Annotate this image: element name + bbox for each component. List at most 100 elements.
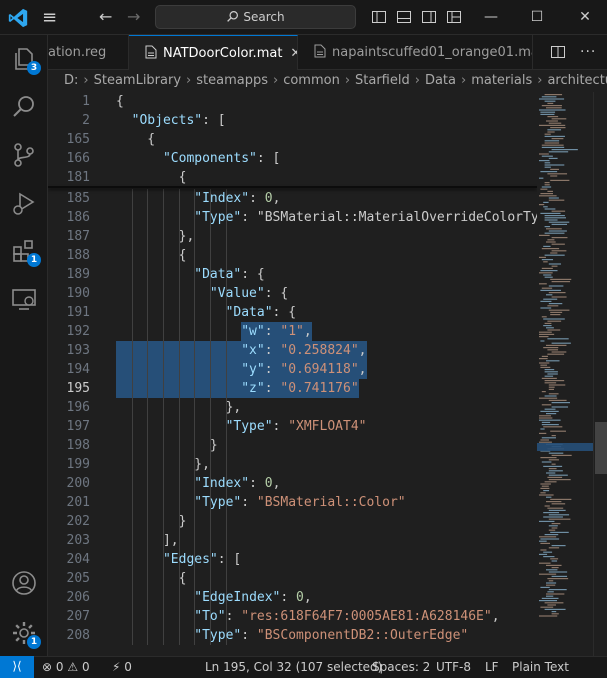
breadcrumb-item[interactable]: steamapps xyxy=(196,73,268,88)
code-line[interactable]: 187 }, xyxy=(48,227,537,246)
tab-napaintscuffed-mat[interactable]: napaintscuffed01_orange01.mat xyxy=(298,35,533,70)
breadcrumb-item[interactable]: materials xyxy=(471,73,532,88)
extensions-icon[interactable]: 1 xyxy=(10,237,41,267)
scrollbar-thumb[interactable] xyxy=(595,422,607,474)
back-arrow-icon[interactable]: ← xyxy=(99,8,112,26)
code-line[interactable]: 202 } xyxy=(48,512,537,531)
cursor-position[interactable]: Ln 195, Col 32 (107 selected) xyxy=(205,657,382,678)
customize-layout-icon[interactable] xyxy=(446,9,462,25)
more-actions-icon[interactable]: ··· xyxy=(580,44,596,60)
code-line[interactable]: 203 ], xyxy=(48,531,537,550)
problems-indicator[interactable]: ⊗ 0 ⚠ 0 xyxy=(42,657,90,678)
code-line[interactable]: 208 "Type": "BSComponentDB2::OuterEdge" xyxy=(48,626,537,645)
minimap-line xyxy=(541,597,559,599)
minimap-line xyxy=(539,397,558,399)
toggle-panel-icon[interactable] xyxy=(396,9,412,25)
code-line[interactable]: 181 { xyxy=(48,168,537,187)
code-line[interactable]: 166 "Components": [ xyxy=(48,149,537,168)
code-line[interactable]: 195 "z": "0.741176" xyxy=(48,379,537,398)
minimap-line xyxy=(539,615,558,617)
tab-natdoorcolor-mat[interactable]: NATDoorColor.mat ✕ xyxy=(129,35,298,70)
code-text: "Type": "XMFLOAT4" xyxy=(225,419,367,434)
minimap-line xyxy=(547,349,559,351)
menu-icon[interactable]: ≡ xyxy=(42,9,64,27)
code-line[interactable]: 190 "Value": { xyxy=(48,284,537,303)
breadcrumb-item[interactable]: Data xyxy=(425,73,456,88)
forward-arrow-icon[interactable]: → xyxy=(127,8,140,26)
minimap-line xyxy=(548,386,555,388)
code-line[interactable]: 188 { xyxy=(48,246,537,265)
ports-indicator[interactable]: ⚡ 0 xyxy=(112,657,132,678)
encoding[interactable]: UTF-8 xyxy=(436,657,471,678)
sticky-scroll-header[interactable]: 1{2 "Objects": [165 {166 "Components": [… xyxy=(48,92,537,187)
minimap-line xyxy=(539,336,549,338)
minimap-line xyxy=(548,292,566,294)
close-button[interactable]: ✕ xyxy=(574,6,596,28)
minimap-line xyxy=(547,320,562,322)
line-number: 165 xyxy=(66,132,90,147)
code-line[interactable]: 193 "x": "0.258824", xyxy=(48,341,537,360)
toggle-secondary-sidebar-icon[interactable] xyxy=(421,9,437,25)
minimap-line xyxy=(544,164,565,166)
search-view-icon[interactable] xyxy=(10,93,38,121)
code-line[interactable]: 2 "Objects": [ xyxy=(48,111,537,130)
minimap-line xyxy=(548,384,566,386)
indentation[interactable]: Spaces: 2 xyxy=(372,657,430,678)
breadcrumb-item[interactable]: Starfield xyxy=(355,73,410,88)
split-editor-icon[interactable] xyxy=(550,44,566,60)
vertical-scrollbar[interactable] xyxy=(593,92,607,656)
minimap-line xyxy=(550,168,559,170)
minimize-button[interactable]: — xyxy=(480,6,502,28)
ports-icon: ⚡ xyxy=(112,660,121,674)
code-editor[interactable]: 185 "Index": 0, 186 "Type": "BSMaterial::… xyxy=(48,92,537,656)
breadcrumb-item[interactable]: architecture xyxy=(547,73,607,88)
code-line[interactable]: 199 }, xyxy=(48,455,537,474)
minimap-line xyxy=(544,505,550,507)
code-line[interactable]: 198 } xyxy=(48,436,537,455)
breadcrumb-item[interactable]: SteamLibrary xyxy=(94,73,181,88)
run-debug-icon[interactable] xyxy=(10,189,38,217)
code-text: { xyxy=(116,132,156,147)
minimap[interactable] xyxy=(537,92,593,656)
minimap-line xyxy=(541,186,552,188)
remote-indicator-icon[interactable]: ⟩⟨ xyxy=(0,656,34,678)
minimap-line xyxy=(543,261,548,263)
breadcrumb-item[interactable]: D: xyxy=(64,73,78,88)
minimap-line xyxy=(548,459,559,461)
code-line[interactable]: 205 { xyxy=(48,569,537,588)
line-number: 1 xyxy=(82,94,90,109)
code-line[interactable]: 196 }, xyxy=(48,398,537,417)
manage-gear-icon[interactable]: 1 xyxy=(10,619,41,649)
code-line[interactable]: 201 "Type": "BSMaterial::Color" xyxy=(48,493,537,512)
explorer-icon[interactable]: 3 xyxy=(10,45,41,75)
code-line[interactable]: 165 { xyxy=(48,130,537,149)
code-line[interactable]: 200 "Index": 0, xyxy=(48,474,537,493)
minimap-line xyxy=(541,355,548,357)
accounts-icon[interactable] xyxy=(10,569,38,597)
code-line[interactable]: 186 "Type": "BSMaterial::MaterialOverrid… xyxy=(48,208,537,227)
toggle-primary-sidebar-icon[interactable] xyxy=(371,9,387,25)
code-line[interactable]: 206 "EdgeIndex": 0, xyxy=(48,588,537,607)
code-line[interactable]: 185 "Index": 0, xyxy=(48,189,537,208)
tab-ation-reg[interactable]: ation.reg xyxy=(48,35,129,70)
code-line[interactable]: 194 "y": "0.694118", xyxy=(48,360,537,379)
code-line[interactable]: 207 "To": "res:618F64F7:0005AE81:A628146… xyxy=(48,607,537,626)
code-line[interactable]: 204 "Edges": [ xyxy=(48,550,537,569)
code-line[interactable]: 189 "Data": { xyxy=(48,265,537,284)
code-line[interactable]: 192 "w": "1", xyxy=(48,322,537,341)
code-line[interactable]: 197 "Type": "XMFLOAT4" xyxy=(48,417,537,436)
close-tab-icon[interactable]: ✕ xyxy=(290,36,297,70)
command-center-search[interactable]: Search xyxy=(155,5,356,29)
code-line[interactable]: 1{ xyxy=(48,92,537,111)
source-control-icon[interactable] xyxy=(10,141,38,169)
line-number: 2 xyxy=(82,113,90,128)
language-mode[interactable]: Plain Text xyxy=(512,657,569,678)
code-text: "Index": 0, xyxy=(194,476,281,491)
maximize-button[interactable]: ☐ xyxy=(526,6,548,28)
minimap-line xyxy=(539,520,555,522)
minimap-line xyxy=(539,160,550,162)
breadcrumb-item[interactable]: common xyxy=(283,73,340,88)
code-line[interactable]: 191 "Data": { xyxy=(48,303,537,322)
end-of-line[interactable]: LF xyxy=(485,657,499,678)
remote-explorer-icon[interactable] xyxy=(10,285,38,313)
